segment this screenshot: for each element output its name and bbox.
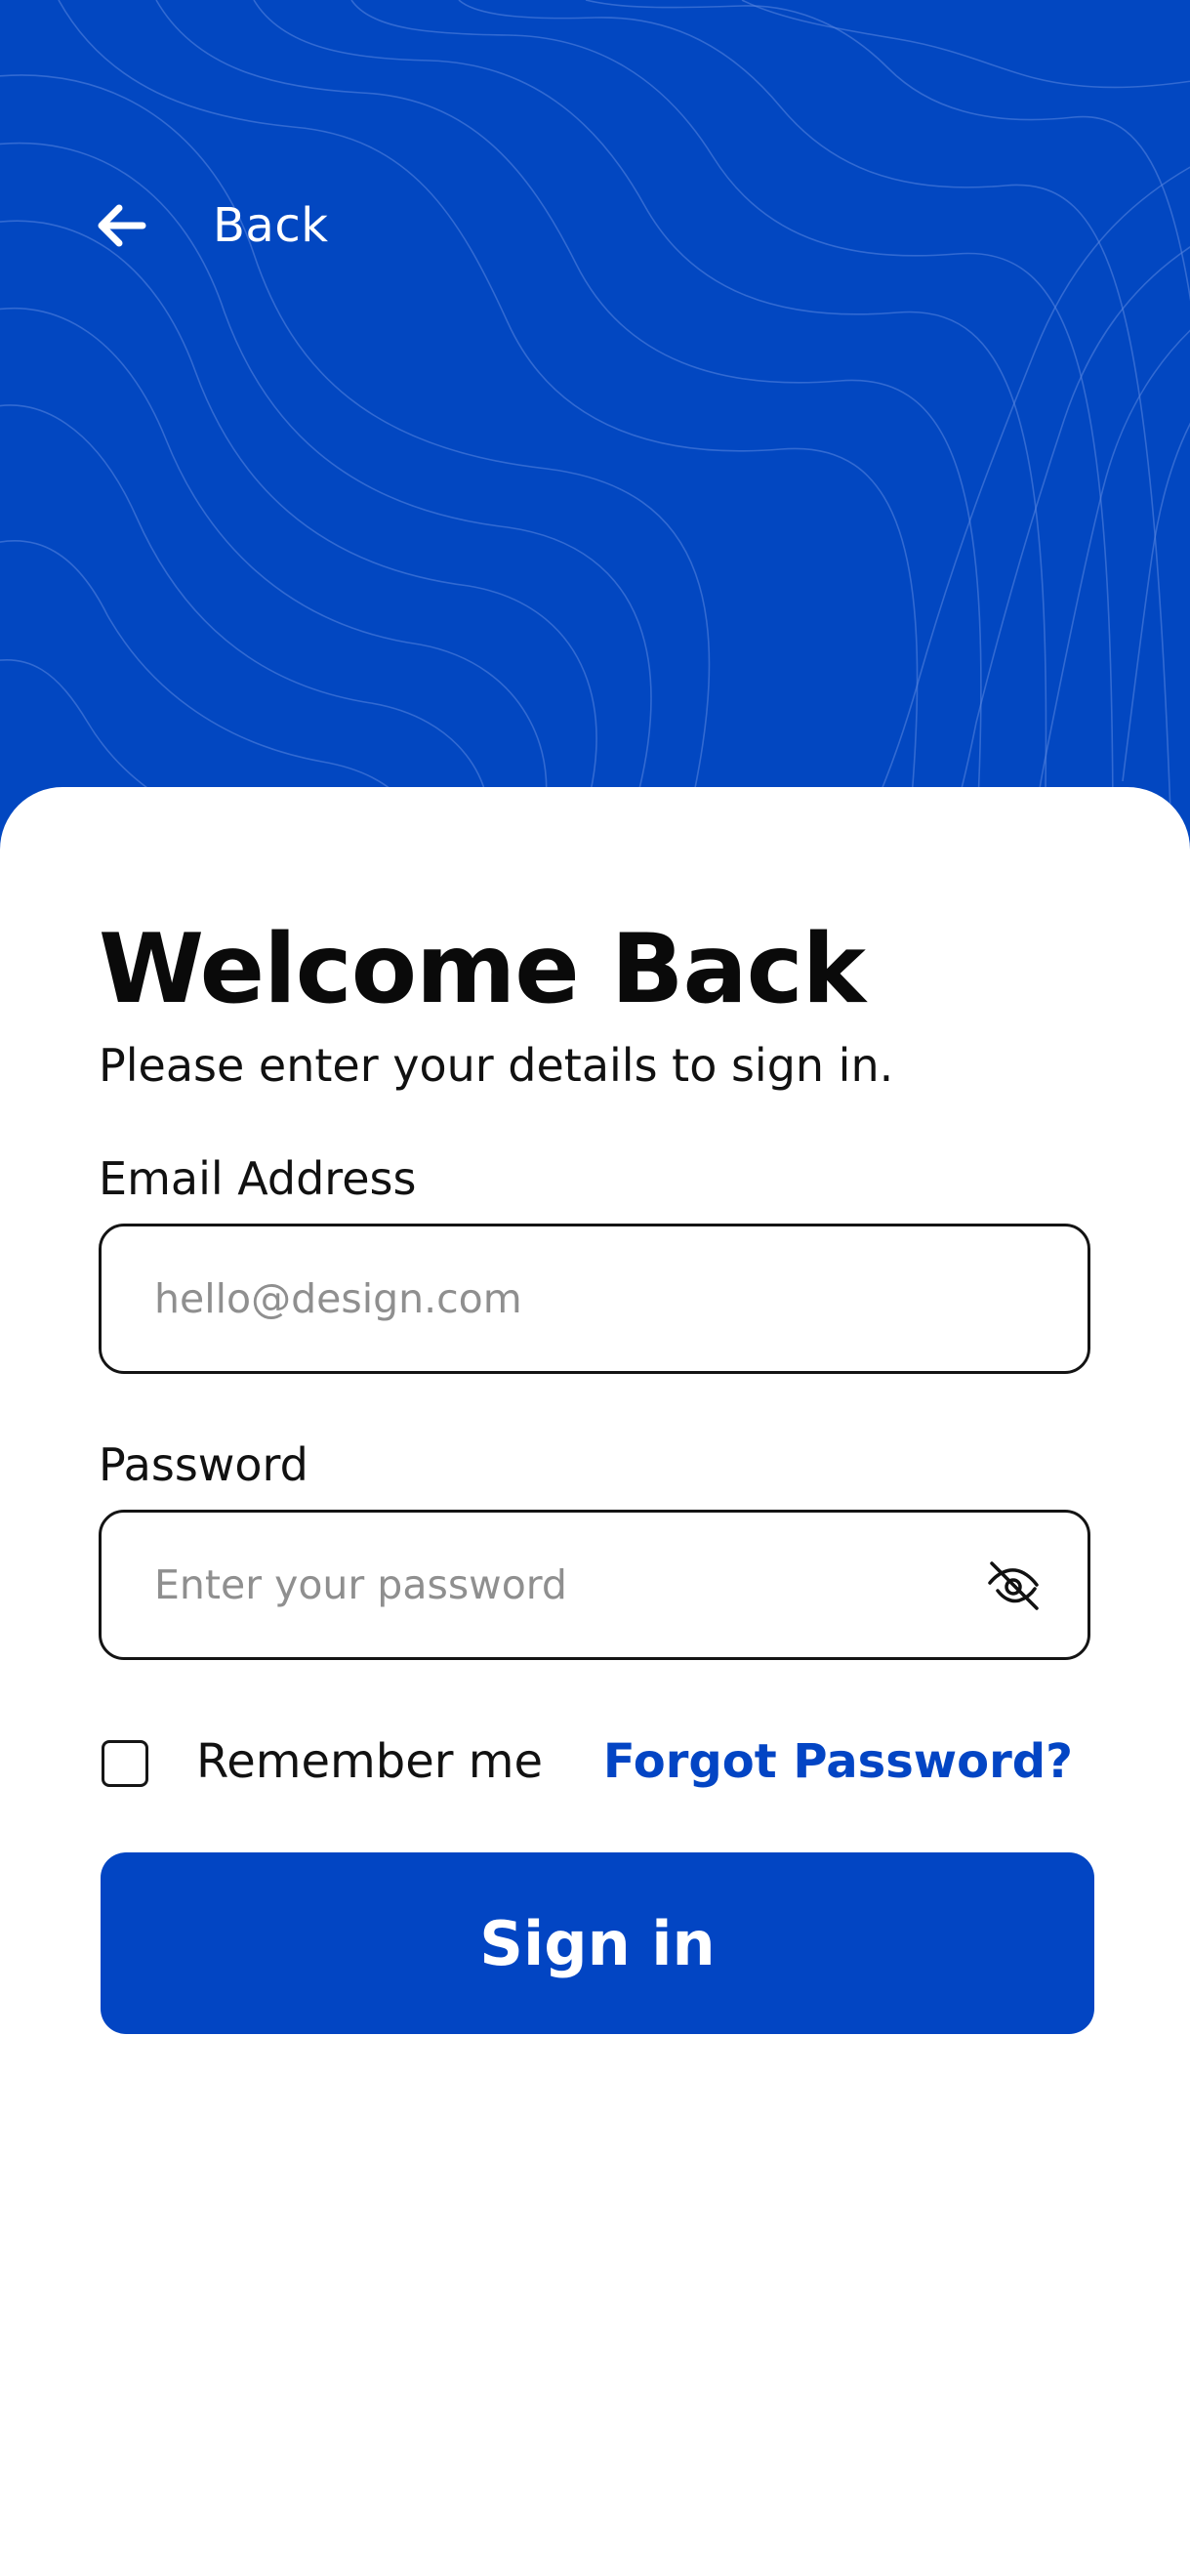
page-title: Welcome Back <box>99 914 866 1025</box>
remember-me-label[interactable]: Remember me <box>196 1734 543 1789</box>
eye-off-icon[interactable] <box>984 1556 1043 1614</box>
sign-in-button[interactable]: Sign in <box>101 1852 1094 2034</box>
password-field-box[interactable] <box>99 1510 1090 1660</box>
back-label: Back <box>213 198 329 253</box>
password-label: Password <box>99 1438 308 1491</box>
hero-background: Back <box>0 0 1190 840</box>
page-subtitle: Please enter your details to sign in. <box>99 1039 894 1092</box>
email-field-box[interactable] <box>99 1224 1090 1374</box>
arrow-left-icon <box>94 198 148 253</box>
forgot-password-link[interactable]: Forgot Password? <box>603 1734 1073 1789</box>
email-label: Email Address <box>99 1152 417 1205</box>
sign-in-card: Welcome Back Please enter your details t… <box>0 787 1190 2576</box>
back-button[interactable]: Back <box>94 191 329 260</box>
password-input[interactable] <box>152 1560 996 1609</box>
contour-pattern <box>0 0 1190 840</box>
remember-me-checkbox[interactable] <box>102 1740 148 1787</box>
email-input[interactable] <box>152 1274 996 1323</box>
options-row: Remember me Forgot Password? <box>99 1724 1090 1803</box>
